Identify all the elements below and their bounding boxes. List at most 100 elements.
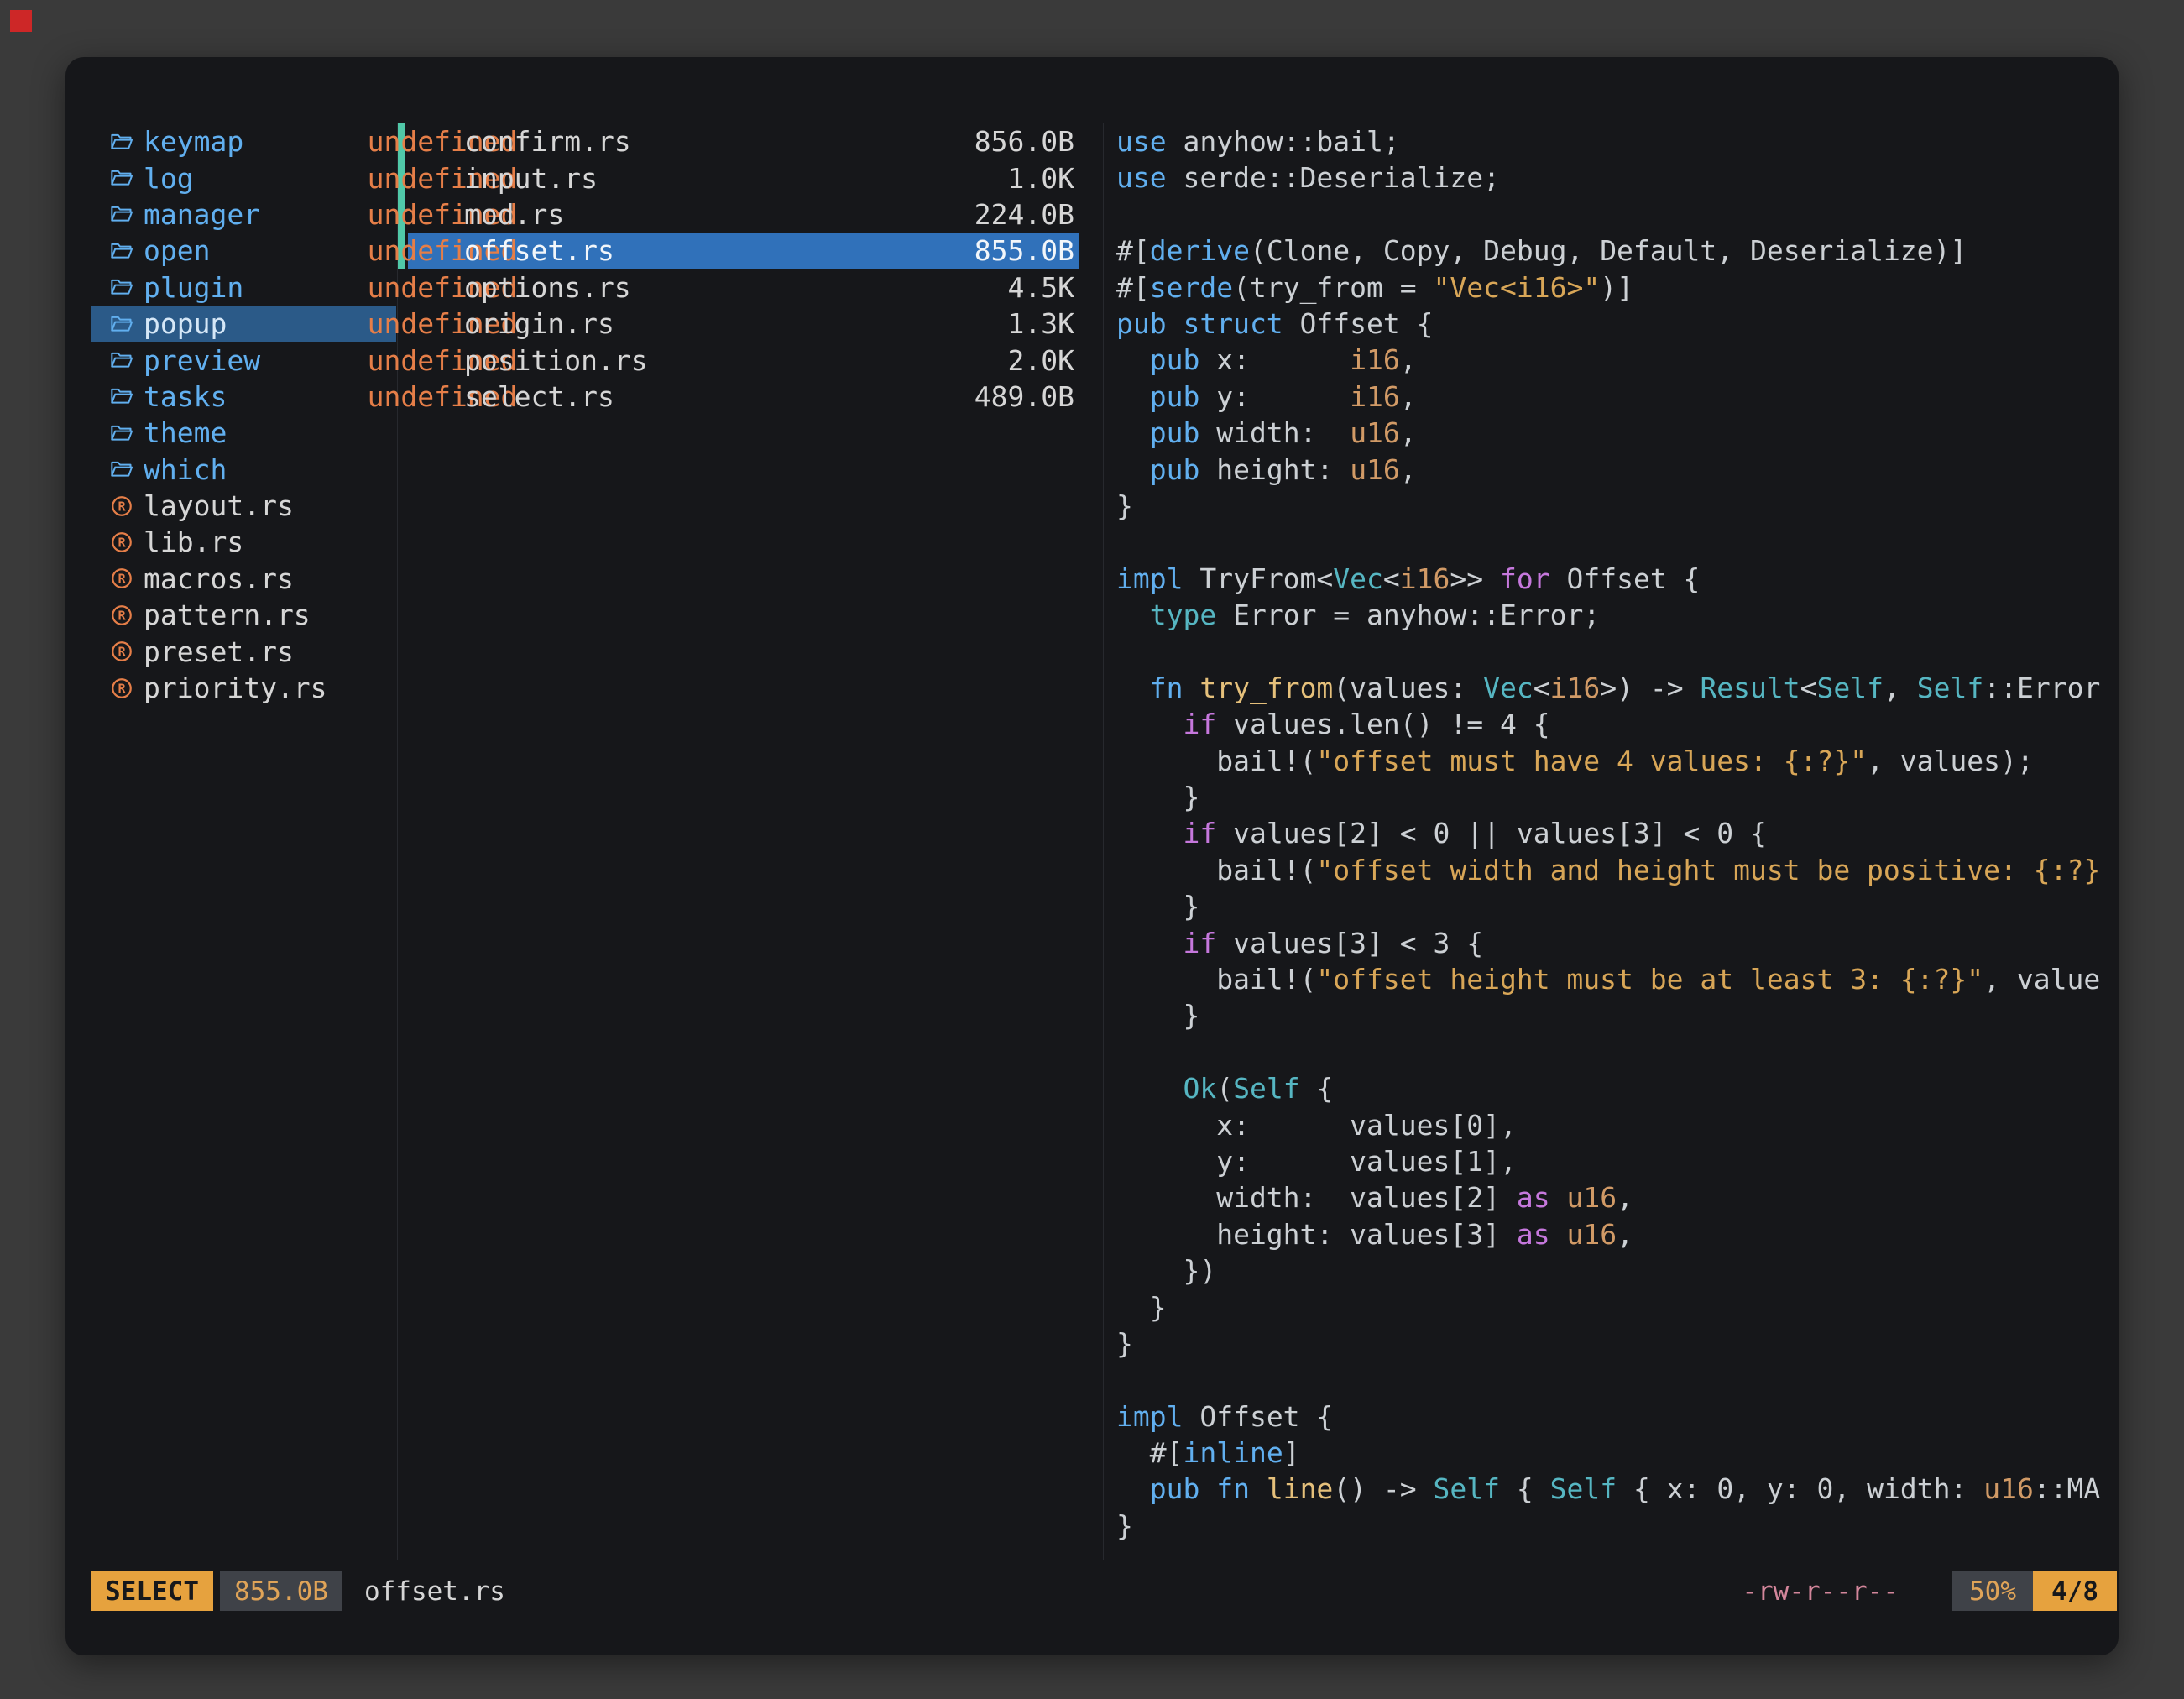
file-item-priority-rs[interactable]: Rpriority.rs bbox=[91, 670, 396, 706]
scroll-percent-badge: 50% bbox=[1952, 1571, 2033, 1611]
rust-file-icon: R bbox=[109, 530, 134, 555]
folder-open-icon bbox=[109, 457, 134, 482]
file-item-pattern-rs[interactable]: Rpattern.rs bbox=[91, 597, 396, 633]
file-item-select-rs[interactable]: undefinedselect.rs489.0B bbox=[408, 379, 1079, 415]
folder-open-icon bbox=[109, 165, 134, 191]
item-label: pattern.rs bbox=[144, 599, 311, 631]
file-size-badge: 855.0B bbox=[220, 1571, 342, 1611]
mode-badge: SELECT bbox=[91, 1571, 213, 1611]
code-line bbox=[1116, 524, 2112, 560]
dir-item-theme[interactable]: theme bbox=[91, 415, 396, 451]
code-line: bail!("offset height must be at least 3:… bbox=[1116, 961, 2112, 997]
file-preview-pane: use anyhow::bail;use serde::Deserialize;… bbox=[1116, 123, 2112, 1544]
svg-text:R: R bbox=[118, 572, 126, 587]
dir-item-plugin[interactable]: plugin bbox=[91, 269, 396, 306]
code-line: Ok(Self { bbox=[1116, 1070, 2112, 1106]
folder-open-icon bbox=[109, 201, 134, 227]
code-line: pub y: i16, bbox=[1116, 379, 2112, 415]
file-item-offset-rs[interactable]: undefinedoffset.rs855.0B bbox=[408, 233, 1079, 269]
item-label: layout.rs bbox=[144, 489, 294, 522]
dir-item-tasks[interactable]: tasks bbox=[91, 379, 396, 415]
rust-file-icon: undefined bbox=[430, 165, 455, 191]
item-label: popup bbox=[144, 307, 227, 340]
code-line: height: values[3] as u16, bbox=[1116, 1216, 2112, 1252]
file-item-position-rs[interactable]: undefinedposition.rs2.0K bbox=[408, 342, 1079, 378]
item-label: macros.rs bbox=[144, 562, 294, 595]
code-line: } bbox=[1116, 488, 2112, 524]
cursor-position-badge: 4/8 bbox=[2033, 1571, 2117, 1611]
current-directory-pane: undefinedconfirm.rs856.0Bundefinedinput.… bbox=[408, 123, 1079, 415]
item-label: offset.rs bbox=[464, 234, 614, 267]
file-item-options-rs[interactable]: undefinedoptions.rs4.5K bbox=[408, 269, 1079, 306]
dir-item-preview[interactable]: preview bbox=[91, 342, 396, 378]
file-item-confirm-rs[interactable]: undefinedconfirm.rs856.0B bbox=[408, 123, 1079, 159]
item-label: preview bbox=[144, 344, 260, 377]
code-line: pub fn line() -> Self { Self { x: 0, y: … bbox=[1116, 1471, 2112, 1507]
file-item-mod-rs[interactable]: undefinedmod.rs224.0B bbox=[408, 196, 1079, 233]
code-line: } bbox=[1116, 1508, 2112, 1544]
code-line: type Error = anyhow::Error; bbox=[1116, 597, 2112, 633]
item-label: preset.rs bbox=[144, 635, 294, 668]
dir-item-log[interactable]: log bbox=[91, 159, 396, 196]
folder-open-icon bbox=[109, 348, 134, 373]
item-label: options.rs bbox=[464, 271, 631, 304]
item-label: priority.rs bbox=[144, 672, 327, 704]
dir-item-open[interactable]: open bbox=[91, 233, 396, 269]
folder-open-icon bbox=[109, 421, 134, 446]
code-line: width: values[2] as u16, bbox=[1116, 1179, 2112, 1215]
item-size: 2.0K bbox=[1008, 344, 1074, 377]
item-label: manager bbox=[144, 198, 260, 231]
rust-file-icon: R bbox=[109, 603, 134, 628]
file-item-layout-rs[interactable]: Rlayout.rs bbox=[91, 488, 396, 524]
item-size: 1.0K bbox=[1008, 162, 1074, 195]
code-line: if values.len() != 4 { bbox=[1116, 706, 2112, 742]
file-item-preset-rs[interactable]: Rpreset.rs bbox=[91, 633, 396, 669]
code-line: } bbox=[1116, 779, 2112, 815]
item-size: 1.3K bbox=[1008, 307, 1074, 340]
item-label: plugin bbox=[144, 271, 243, 304]
code-line bbox=[1116, 1362, 2112, 1398]
code-line: if values[2] < 0 || values[3] < 0 { bbox=[1116, 815, 2112, 851]
svg-text:R: R bbox=[118, 608, 126, 623]
rust-file-icon: R bbox=[109, 494, 134, 519]
rust-file-icon: R bbox=[109, 566, 134, 591]
code-line: #[inline] bbox=[1116, 1435, 2112, 1471]
status-bar: SELECT 855.0B offset.rs -rw-r--r-- 50% 4… bbox=[91, 1571, 2117, 1611]
item-label: input.rs bbox=[464, 162, 598, 195]
item-label: keymap bbox=[144, 125, 243, 158]
item-size: 855.0B bbox=[974, 234, 1074, 267]
pane-divider-right bbox=[1103, 123, 1104, 1560]
svg-text:R: R bbox=[118, 499, 126, 514]
file-permissions: -rw-r--r-- bbox=[1742, 1571, 1899, 1611]
file-item-input-rs[interactable]: undefined input.rs 1.0K bbox=[408, 159, 1079, 196]
code-line: } bbox=[1116, 1289, 2112, 1325]
code-line: bail!("offset width and height must be p… bbox=[1116, 852, 2112, 888]
item-label: log bbox=[144, 162, 194, 195]
rust-file-icon: R bbox=[109, 676, 134, 701]
item-size: 224.0B bbox=[974, 198, 1074, 231]
item-label: confirm.rs bbox=[464, 125, 631, 158]
status-bar-left: SELECT 855.0B offset.rs bbox=[91, 1571, 505, 1611]
code-line: fn try_from(values: Vec<i16>) -> Result<… bbox=[1116, 670, 2112, 706]
file-item-origin-rs[interactable]: undefinedorigin.rs1.3K bbox=[408, 306, 1079, 342]
code-line: #[derive(Clone, Copy, Debug, Default, De… bbox=[1116, 233, 2112, 269]
rust-file-icon: undefined bbox=[430, 129, 455, 154]
rust-file-icon: undefined bbox=[430, 311, 455, 337]
dir-item-manager[interactable]: manager bbox=[91, 196, 396, 233]
item-size: 4.5K bbox=[1008, 271, 1074, 304]
item-label: position.rs bbox=[464, 344, 648, 377]
code-line: pub struct Offset { bbox=[1116, 306, 2112, 342]
svg-text:R: R bbox=[118, 645, 126, 660]
rust-file-icon: R bbox=[109, 639, 134, 664]
item-label: tasks bbox=[144, 380, 227, 413]
dir-item-keymap[interactable]: keymap bbox=[91, 123, 396, 159]
code-line: pub height: u16, bbox=[1116, 452, 2112, 488]
file-item-macros-rs[interactable]: Rmacros.rs bbox=[91, 561, 396, 597]
svg-text:R: R bbox=[118, 681, 126, 696]
dir-item-which[interactable]: which bbox=[91, 452, 396, 488]
dir-item-popup[interactable]: popup bbox=[91, 306, 396, 342]
item-label: which bbox=[144, 453, 227, 486]
file-item-lib-rs[interactable]: Rlib.rs bbox=[91, 524, 396, 560]
recording-indicator bbox=[10, 10, 32, 32]
item-label: mod.rs bbox=[464, 198, 564, 231]
